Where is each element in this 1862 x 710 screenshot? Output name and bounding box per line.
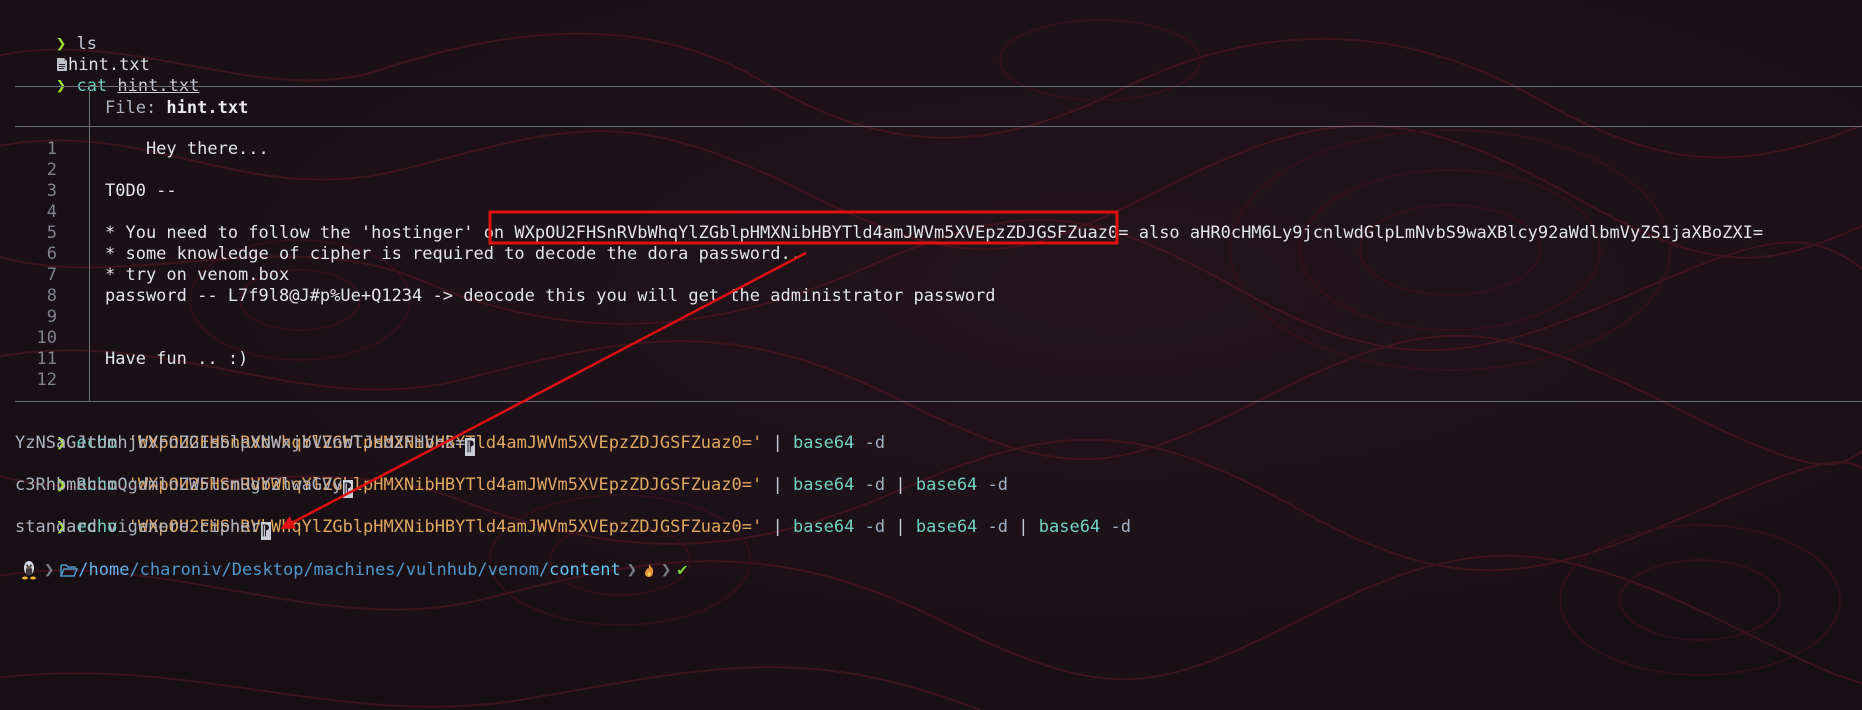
line-number: 2 (46, 160, 57, 180)
file-line-text: password -- L7f9l8@J#p%Ue+Q1234 -> deoco… (105, 286, 996, 306)
command-output-3: standard vigenere cipher⁋ (15, 517, 271, 540)
file-header-label: File: (105, 98, 167, 118)
line-number: 12 (36, 370, 57, 390)
line-number: 5 (46, 223, 57, 243)
chevron-right-icon: ❯ (660, 560, 672, 580)
command-binary: base64 (792, 475, 855, 495)
file-header-name: hint.txt (166, 98, 249, 118)
bat-bottom-border (15, 401, 1862, 402)
prompt-status-line: ❯ /home/charoniv/Desktop/machines/vulnhu… (20, 558, 687, 582)
file-line-text: * try on venom.box (105, 265, 290, 285)
bat-file-header: File: hint.txt (105, 98, 248, 119)
check-icon: ✔ (677, 560, 688, 580)
command-flag: -d (864, 433, 886, 453)
command-binary: base64 (915, 517, 978, 537)
output-text: standard vigenere cipher (15, 517, 261, 537)
pipe-symbol: | (772, 517, 783, 537)
bat-top-border (15, 86, 1862, 87)
command-line-echo-3: ❯ echo 'WXpOU2FHSnRVbWhqYlZGblpHMXNibHBY… (15, 496, 1131, 537)
file-line-text: * some knowledge of cipher is required t… (105, 244, 801, 264)
file-line-text: * You need to follow the 'hostinger' on … (105, 223, 1764, 243)
bat-header-border (15, 126, 1862, 127)
command-output-1: YzNSaGJtUmhjbVFnZG1sblpXNWxjbVVnWTJsd2FH… (15, 433, 476, 456)
chevron-right-icon: ❯ (44, 560, 55, 580)
command-flag: -d (1110, 517, 1131, 537)
command-flag: -d (987, 475, 1009, 495)
pipe-symbol: | (895, 517, 906, 537)
terminal-window[interactable]: ❯ ls hint.txt ❯ cat hint.txt File: hint.… (0, 0, 1862, 710)
folder-open-icon (60, 563, 79, 577)
command-binary: base64 (915, 475, 978, 495)
output-text: c3RhbmRhcmQgdmlnZW5lcmUgY2lwaGVy (15, 475, 343, 495)
line-number: 9 (46, 307, 57, 327)
command-binary: base64 (792, 433, 855, 453)
ls-output: hint.txt (15, 34, 150, 75)
path-middle-segment: /charoniv/Desktop/machines/vulnhub/venom… (129, 560, 550, 580)
command-output-2: c3RhbmRhcmQgdmlnZW5lcmUgY2lwaGVy⁋ (15, 475, 353, 498)
command-line-ls: ❯ ls (15, 13, 97, 54)
command-line-cat: ❯ cat hint.txt (15, 55, 199, 96)
line-number: 11 (36, 349, 57, 369)
pipe-symbol: | (772, 475, 783, 495)
command-flag: -d (864, 475, 886, 495)
command-line-echo-1: ❯ echo 'WXpOU2FHSnRVbWhqYlZGblpHMXNibHBY… (15, 412, 885, 453)
flame-icon (643, 563, 655, 578)
command-line-echo-2: ❯ echo 'WXpOU2FHSnRVbWhqYlZGblpHMXNibHBY… (15, 454, 1008, 495)
bat-header-gutter (89, 86, 90, 126)
line-number: 10 (36, 328, 57, 348)
command-flag: -d (987, 517, 1009, 537)
chevron-right-icon: ❯ (626, 560, 637, 580)
output-text: YzNSaGJtUmhjbVFnZG1sblpXNWxjbVVnWTJsd2FH… (15, 433, 466, 453)
linux-tux-icon (20, 560, 38, 580)
pipe-symbol: | (895, 475, 906, 495)
file-line-text: Have fun .. :) (105, 349, 249, 369)
command-flag: -d (864, 517, 886, 537)
bat-gutter-separator (89, 126, 90, 401)
file-line-text: T0D0 -- (105, 181, 177, 201)
path-current-dir: content (549, 560, 621, 580)
file-line-text: Hey there... (105, 139, 269, 159)
line-number: 4 (46, 202, 57, 222)
pipe-symbol: | (772, 433, 783, 453)
command-binary: base64 (1038, 517, 1101, 537)
path-home-segment: /home (78, 560, 130, 580)
command-binary: base64 (792, 517, 855, 537)
line-number: 3 (46, 181, 57, 201)
line-number: 6 (46, 244, 57, 264)
end-of-line-marker: ⁋ (260, 522, 271, 540)
pipe-symbol: | (1018, 517, 1029, 537)
line-number: 1 (46, 139, 57, 159)
line-number: 8 (46, 286, 57, 306)
line-number: 7 (46, 265, 57, 285)
